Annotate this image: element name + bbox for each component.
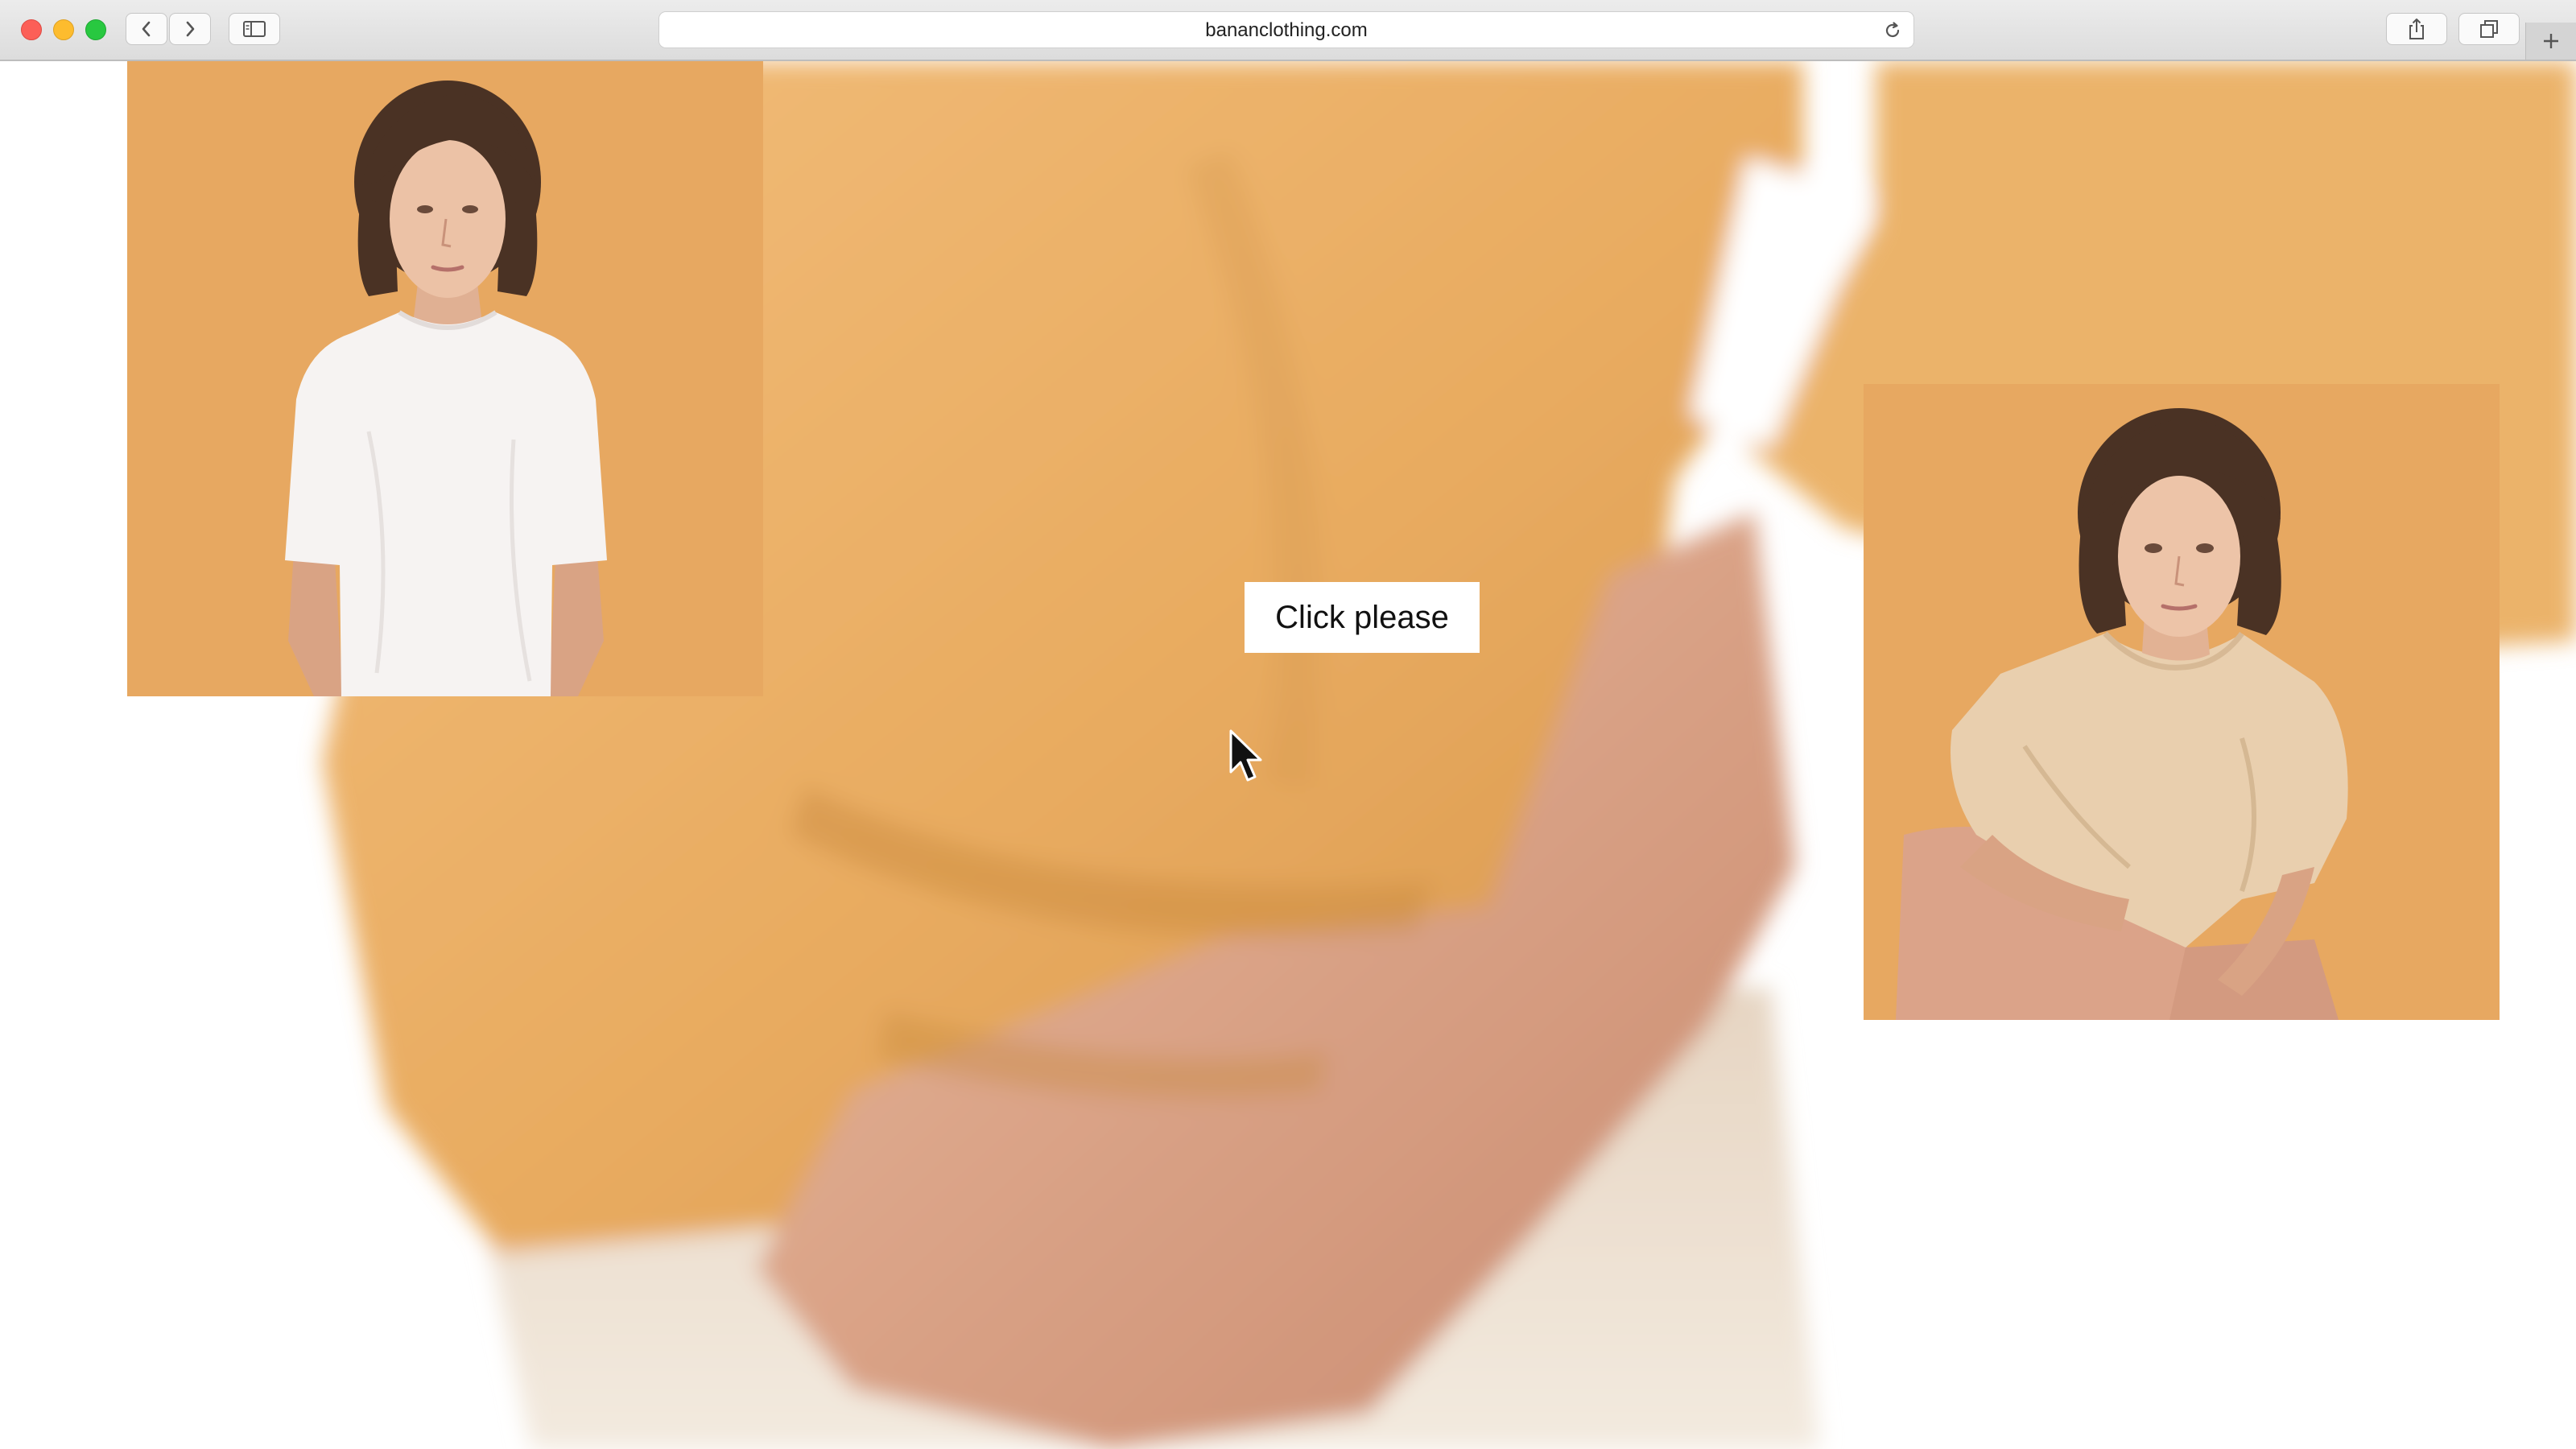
reload-icon[interactable] xyxy=(1883,21,1902,40)
minimize-window-button[interactable] xyxy=(53,19,74,40)
zoom-window-button[interactable] xyxy=(85,19,106,40)
browser-toolbar: bananclothing.com xyxy=(0,0,2576,61)
sidebar-button[interactable] xyxy=(229,13,280,45)
model-standing-image xyxy=(127,61,763,696)
close-window-button[interactable] xyxy=(21,19,42,40)
product-photo-standing[interactable] xyxy=(127,61,763,696)
product-photo-crouching[interactable] xyxy=(1864,384,2500,1020)
click-please-button[interactable]: Click please xyxy=(1245,582,1480,653)
new-tab-button[interactable] xyxy=(2525,23,2576,60)
model-crouching-image xyxy=(1864,384,2500,1020)
share-icon xyxy=(2409,19,2424,39)
forward-button[interactable] xyxy=(169,13,211,45)
sidebar-icon xyxy=(243,21,266,37)
plus-icon xyxy=(2544,34,2558,48)
url-text: bananclothing.com xyxy=(1205,19,1368,41)
address-bar[interactable]: bananclothing.com xyxy=(658,11,1914,48)
back-button[interactable] xyxy=(126,13,167,45)
chevron-left-icon xyxy=(142,21,151,37)
tabs-overview-button[interactable] xyxy=(2458,13,2520,45)
mouse-cursor-icon xyxy=(1229,729,1262,782)
share-button[interactable] xyxy=(2386,13,2447,45)
tabs-overview-icon xyxy=(2480,20,2498,38)
page-content: Click please xyxy=(0,61,2576,1449)
chevron-right-icon xyxy=(186,21,195,37)
